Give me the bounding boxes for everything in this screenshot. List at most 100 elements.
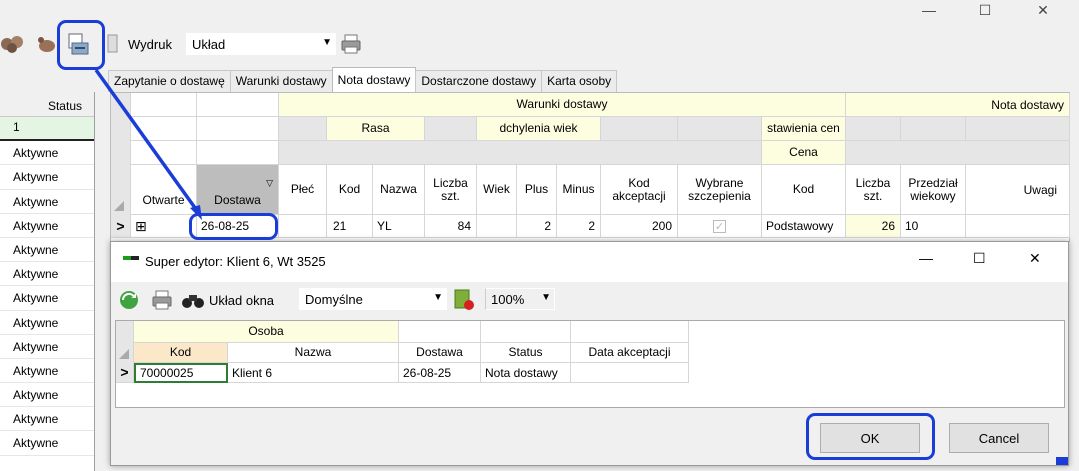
subgroup-odchylenia: dchylenia wiek — [477, 117, 601, 141]
cell-minus[interactable]: 2 — [557, 215, 601, 238]
col-uwagi[interactable]: Uwagi — [966, 165, 1070, 215]
cell-dostawa[interactable]: 26-08-25 — [399, 363, 481, 383]
status-cell[interactable]: Aktywne — [0, 286, 94, 311]
col-dostawa-label: Dostawa — [214, 193, 261, 207]
col-liczba-szt[interactable]: Liczba szt. — [425, 165, 477, 215]
header-blank — [197, 117, 279, 141]
col-przedzial-wiekowy[interactable]: Przedział wiekowy — [901, 165, 966, 215]
window-layout-select[interactable]: Domyślne ▼ — [299, 288, 447, 310]
layout-window-label: Układ okna — [209, 293, 275, 308]
dialog-maximize-button[interactable]: ☐ — [973, 250, 986, 267]
col-kod-akceptacji[interactable]: Kod akceptacji — [601, 165, 678, 215]
cell-kod-cena[interactable]: Podstawowy — [762, 215, 846, 238]
status-cell[interactable]: Aktywne — [0, 262, 94, 287]
col-kod-cena[interactable]: Kod — [762, 165, 846, 215]
animals-icon[interactable] — [0, 33, 23, 55]
header-blank — [846, 141, 1070, 165]
subgroup-rasa: Rasa — [327, 117, 425, 141]
tab-nota-dostawy[interactable]: Nota dostawy — [331, 67, 417, 92]
cell-status[interactable]: Nota dostawy — [481, 363, 571, 383]
header-blank — [131, 117, 197, 141]
grid-corner-icon — [114, 201, 124, 211]
cell-data-akceptacji[interactable] — [571, 363, 689, 383]
status-column: Status 1 Aktywne Aktywne Aktywne Aktywne Akt… — [0, 92, 95, 471]
layout-select[interactable]: Układ ▼ — [186, 33, 336, 55]
dialog-minimize-button[interactable]: — — [919, 250, 933, 266]
col-kod[interactable]: Kod — [327, 165, 373, 215]
settings-document-icon[interactable] — [452, 288, 476, 315]
status-cell[interactable]: Aktywne — [0, 431, 94, 456]
status-cell[interactable]: Aktywne — [0, 190, 94, 214]
status-cell[interactable]: Aktywne — [0, 407, 94, 432]
tab-karta-osoby[interactable]: Karta osoby — [541, 70, 618, 92]
status-cell[interactable]: Aktywne — [0, 238, 94, 263]
col-minus[interactable]: Minus — [557, 165, 601, 215]
printer-icon[interactable] — [151, 289, 173, 314]
printer-icon[interactable] — [340, 33, 362, 55]
col-kod[interactable]: Kod — [134, 343, 228, 363]
cancel-button[interactable]: Cancel — [949, 423, 1049, 453]
cell-kod-akceptacji[interactable]: 200 — [601, 215, 678, 238]
cell-liczba[interactable]: 84 — [425, 215, 477, 238]
animal-icon[interactable] — [36, 33, 58, 55]
cell-kod[interactable]: 21 — [327, 215, 373, 238]
highlight-dostawa-cell — [189, 213, 278, 240]
checkbox-icon[interactable]: ✓ — [713, 219, 726, 233]
col-liczba-szt-nota[interactable]: Liczba szt. — [846, 165, 901, 215]
col-dostawa[interactable]: Dostawa ▽ — [197, 165, 279, 215]
cell-wybrane-szczepienia[interactable]: ✓ — [678, 215, 762, 238]
highlight-print-preview — [57, 20, 105, 70]
dialog-close-button[interactable]: ✕ — [1029, 250, 1041, 267]
header-blank — [678, 117, 762, 141]
cell-nazwa[interactable]: Klient 6 — [228, 363, 399, 383]
col-nazwa[interactable]: Nazwa — [373, 165, 425, 215]
print-label: Wydruk — [128, 37, 172, 52]
cell-kod[interactable]: 70000025 — [134, 363, 228, 383]
document-icon[interactable] — [107, 34, 121, 56]
tab-warunki[interactable]: Warunki dostawy — [229, 70, 333, 92]
person-grid: Osoba Kod Nazwa Dostawa Status Data akce… — [115, 320, 1065, 408]
header-blank — [197, 141, 279, 165]
status-cell[interactable]: Aktywne — [0, 141, 94, 166]
tab-dostarczone[interactable]: Dostarczone dostawy — [415, 70, 543, 92]
col-status[interactable]: Status — [481, 343, 571, 363]
tab-zapytanie[interactable]: Zapytanie o dostawę — [108, 70, 231, 92]
col-wiek[interactable]: Wiek — [477, 165, 517, 215]
col-plec[interactable]: Płeć — [279, 165, 327, 215]
cell-plec[interactable] — [279, 215, 327, 238]
status-cell[interactable]: Aktywne — [0, 165, 94, 190]
filter-sort-icon: ▽ — [266, 178, 273, 188]
col-dostawa[interactable]: Dostawa — [399, 343, 481, 363]
cell-liczba-nota[interactable]: 26 — [846, 215, 901, 238]
status-cell[interactable]: Aktywne — [0, 335, 94, 359]
cell-wiek[interactable] — [477, 215, 517, 238]
close-button[interactable]: ✕ — [1020, 0, 1066, 20]
zoom-select[interactable]: 100% ▼ — [485, 288, 555, 310]
header-blank — [131, 141, 197, 165]
cell-nazwa[interactable]: YL — [373, 215, 425, 238]
col-nazwa[interactable]: Nazwa — [228, 343, 399, 363]
cell-plus[interactable]: 2 — [517, 215, 557, 238]
maximize-button[interactable]: ☐ — [962, 0, 1008, 20]
binoculars-icon[interactable] — [181, 290, 205, 313]
status-cell[interactable]: Aktywne — [0, 311, 94, 335]
status-cell[interactable]: Aktywne — [0, 359, 94, 384]
subgroup-cena: Cena — [762, 141, 846, 165]
status-cell[interactable]: Aktywne — [0, 383, 94, 408]
expand-row-icon[interactable]: ⊞ — [131, 215, 197, 238]
col-plus[interactable]: Plus — [517, 165, 557, 215]
dialog-titlebar: Super edytor: Klient 6, Wt 3525 — ☐ ✕ — [111, 242, 1068, 282]
col-wybrane-szczepienia[interactable]: Wybrane szczepienia — [678, 165, 762, 215]
status-cell-selected[interactable]: 1 — [0, 117, 94, 142]
col-data-akceptacji[interactable]: Data akceptacji — [571, 343, 689, 363]
resize-grip-icon[interactable] — [1056, 457, 1068, 465]
app-logo-icon — [123, 256, 131, 260]
cell-uwagi[interactable] — [966, 215, 1070, 238]
minimize-button[interactable]: — — [906, 0, 952, 20]
cell-przedzial[interactable]: 10 — [901, 215, 966, 238]
group-nota-dostawy: Nota dostawy — [846, 93, 1070, 117]
col-otwarte[interactable]: Otwarte — [131, 165, 197, 215]
refresh-icon[interactable] — [118, 289, 140, 314]
status-column-header[interactable]: Status — [0, 92, 94, 117]
status-cell[interactable]: Aktywne — [0, 214, 94, 238]
